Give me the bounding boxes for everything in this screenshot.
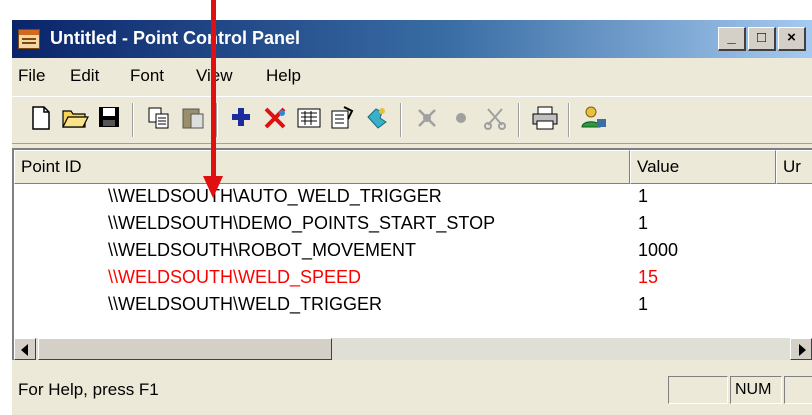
annotation-arrow-shaft [211, 0, 216, 178]
point-value-cell: 15 [638, 267, 659, 287]
menu-edit[interactable]: Edit [70, 66, 99, 86]
point-id-cell: \\WELDSOUTH\WELD_TRIGGER [108, 294, 383, 314]
close-button[interactable]: × [778, 27, 806, 51]
toolbar-separator [216, 103, 218, 137]
menu-help[interactable]: Help [266, 66, 301, 86]
column-header-point-id[interactable]: Point ID [14, 150, 630, 184]
maximize-button[interactable]: □ [748, 27, 776, 51]
disabled-dot-icon[interactable] [446, 105, 476, 135]
scroll-right-arrow-icon [799, 344, 806, 356]
toolbar-separator [518, 103, 520, 137]
list-row[interactable]: \\WELDSOUTH\DEMO_POINTS_START_STOP 1 [14, 211, 812, 238]
disabled-tool-icon[interactable] [412, 105, 442, 135]
window-title: Untitled - Point Control Panel [50, 28, 300, 48]
scroll-left-button[interactable] [14, 338, 36, 360]
minimize-button[interactable]: _ [718, 27, 746, 51]
status-panel-num: NUM [730, 376, 782, 404]
app-icon[interactable] [18, 29, 40, 49]
menu-bar: File Edit Font View Help [12, 60, 812, 92]
copy-icon[interactable] [144, 105, 174, 135]
save-icon[interactable] [94, 105, 124, 135]
point-value-cell: 1 [638, 294, 649, 314]
list-row[interactable]: \\WELDSOUTH\WELD_SPEED 15 [14, 265, 812, 292]
paste-icon[interactable] [178, 105, 208, 135]
status-panel-caps [668, 376, 728, 404]
scroll-right-button[interactable] [790, 338, 812, 360]
user-icon[interactable] [578, 105, 608, 135]
status-panel-scroll [784, 376, 812, 404]
settings-icon[interactable] [328, 105, 358, 135]
annotation-arrow-head [203, 176, 223, 198]
title-bar[interactable]: Untitled - Point Control Panel _ □ × [12, 20, 812, 58]
points-list[interactable]: Point ID Value Ur \\WELDSOUTH\AUTO_WELD_… [12, 148, 812, 360]
toolbar-separator [400, 103, 402, 137]
list-header: Point ID Value Ur [14, 150, 812, 184]
point-value-cell: 1 [638, 213, 649, 233]
point-properties-icon[interactable] [294, 105, 324, 135]
point-id-cell: \\WELDSOUTH\AUTO_WELD_TRIGGER [108, 186, 442, 206]
scroll-thumb[interactable] [38, 338, 332, 360]
menu-font[interactable]: Font [130, 66, 164, 86]
toolbar [12, 96, 812, 144]
open-folder-icon[interactable] [60, 105, 90, 135]
status-bar: For Help, press F1 NUM [12, 366, 812, 415]
delete-point-icon[interactable] [260, 105, 290, 135]
status-help-text: For Help, press F1 [18, 380, 159, 399]
refresh-icon[interactable] [362, 105, 392, 135]
toolbar-separator [132, 103, 134, 137]
print-icon[interactable] [530, 105, 560, 135]
column-header-value[interactable]: Value [630, 150, 776, 184]
horizontal-scrollbar[interactable] [14, 338, 812, 360]
cut-icon[interactable] [480, 105, 510, 135]
toolbar-separator [568, 103, 570, 137]
scroll-left-arrow-icon [21, 344, 28, 356]
point-id-cell: \\WELDSOUTH\DEMO_POINTS_START_STOP [108, 213, 496, 233]
add-point-icon[interactable] [226, 105, 256, 135]
point-value-cell: 1000 [638, 240, 679, 260]
point-control-panel-window: Untitled - Point Control Panel _ □ × Fil… [10, 18, 812, 415]
list-row[interactable]: \\WELDSOUTH\AUTO_WELD_TRIGGER 1 [14, 184, 812, 211]
menu-file[interactable]: File [18, 66, 45, 86]
list-row[interactable]: \\WELDSOUTH\ROBOT_MOVEMENT 1000 [14, 238, 812, 265]
column-header-units[interactable]: Ur [776, 150, 812, 184]
point-id-cell: \\WELDSOUTH\ROBOT_MOVEMENT [108, 240, 417, 260]
list-row[interactable]: \\WELDSOUTH\WELD_TRIGGER 1 [14, 292, 812, 319]
new-document-icon[interactable] [26, 105, 56, 135]
point-id-cell: \\WELDSOUTH\WELD_SPEED [108, 267, 362, 287]
point-value-cell: 1 [638, 186, 649, 206]
